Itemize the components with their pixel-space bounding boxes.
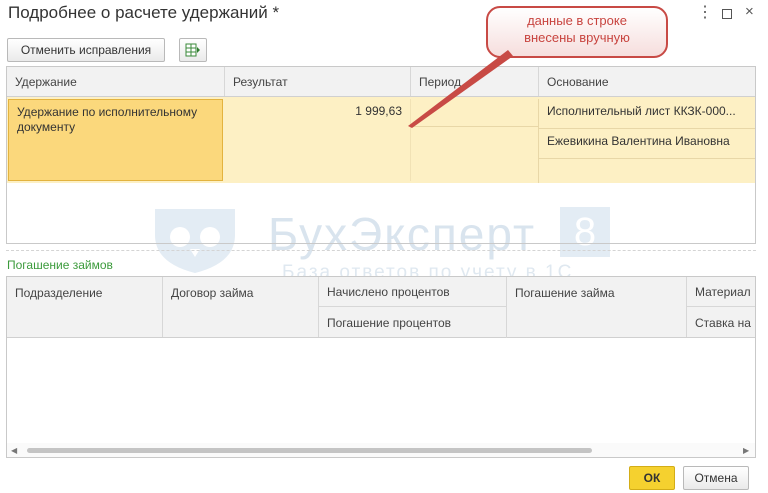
column-header-material-benefit[interactable]: Материал [687, 277, 755, 307]
window-title: Подробнее о расчете удержаний * [8, 3, 280, 22]
table-row[interactable]: Удержание по исполнительному документу 1… [7, 97, 755, 183]
column-header-result[interactable]: Результат [225, 67, 411, 96]
loans-header: Подразделение Договор займа Начислено пр… [7, 277, 755, 338]
scrollbar-thumb[interactable] [27, 448, 592, 453]
more-icon[interactable]: ⋮ [697, 2, 713, 22]
scroll-right-icon[interactable]: ▶ [743, 446, 749, 455]
cell-basis-document[interactable]: Исполнительный лист ККЗК-000... [539, 99, 755, 129]
revert-corrections-button[interactable]: Отменить исправления [7, 38, 165, 62]
callout-line-1: данные в строке [527, 13, 627, 28]
callout-pointer-arrow [408, 50, 513, 128]
splitter[interactable] [6, 250, 756, 251]
deductions-header: Удержание Результат Период Основание [7, 67, 755, 97]
column-header-interest-accrued[interactable]: Начислено процентов [319, 277, 507, 307]
column-header-interest-repayment[interactable]: Погашение процентов [319, 307, 507, 338]
section-title-loans: Погашение займов [7, 258, 113, 272]
cell-basis-person[interactable]: Ежевикина Валентина Ивановна [539, 129, 755, 159]
spreadsheet-export-button[interactable] [179, 38, 207, 62]
scroll-left-icon[interactable]: ◀ [11, 446, 17, 455]
horizontal-scrollbar[interactable]: ◀ ▶ [7, 443, 755, 457]
column-header-rate[interactable]: Ставка на [687, 307, 755, 338]
cancel-button[interactable]: Отмена [683, 466, 749, 490]
close-icon[interactable]: × [745, 3, 754, 20]
spreadsheet-export-icon [185, 43, 200, 57]
column-header-loan-contract[interactable]: Договор займа [163, 277, 319, 337]
deductions-table[interactable]: Удержание Результат Период Основание Уде… [6, 66, 756, 244]
column-header-division[interactable]: Подразделение [7, 277, 163, 337]
column-header-basis[interactable]: Основание [539, 67, 755, 96]
cell-result[interactable]: 1 999,63 [225, 99, 411, 181]
callout-line-2: внесены вручную [524, 30, 630, 45]
column-header-deduction[interactable]: Удержание [7, 67, 225, 96]
ok-button[interactable]: ОК [629, 466, 675, 490]
loans-table[interactable]: Подразделение Договор займа Начислено пр… [6, 276, 756, 458]
cell-period-empty [411, 127, 539, 183]
maximize-icon[interactable] [722, 6, 732, 19]
column-header-loan-repayment[interactable]: Погашение займа [507, 277, 687, 337]
cell-deduction[interactable]: Удержание по исполнительному документу [8, 99, 223, 181]
